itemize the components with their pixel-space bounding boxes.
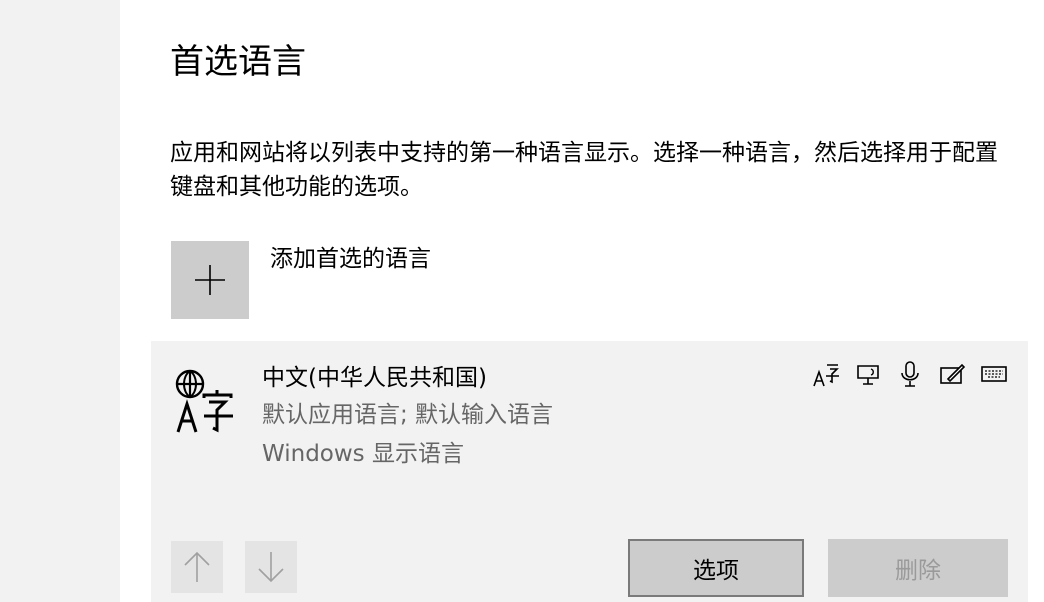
delete-button[interactable]: 删除 [828, 539, 1008, 597]
move-down-button[interactable] [245, 541, 297, 593]
language-icon [175, 369, 233, 433]
options-button[interactable]: 选项 [628, 539, 804, 597]
page-title: 首选语言 [170, 42, 306, 82]
arrow-down-icon [258, 552, 284, 583]
language-settings-page: 首选语言 应用和网站将以列表中支持的第一种语言显示。选择一种语言，然后选择用于配… [0, 0, 1044, 602]
page-description: 应用和网站将以列表中支持的第一种语言显示。选择一种语言，然后选择用于配置键盘和其… [170, 140, 998, 200]
language-display-info: Windows 显示语言 [262, 441, 464, 467]
handwriting-icon [938, 360, 966, 388]
arrow-up-icon [184, 551, 210, 582]
add-language-button[interactable] [171, 241, 249, 319]
text-to-speech-icon [854, 360, 882, 388]
language-features [812, 360, 1008, 388]
keyboard-icon [980, 360, 1008, 388]
language-pack-icon [812, 360, 840, 388]
navigation-pane [0, 0, 120, 602]
plus-icon [195, 265, 225, 295]
language-default-info: 默认应用语言; 默认输入语言 [262, 402, 554, 428]
add-language-label[interactable]: 添加首选的语言 [270, 243, 431, 275]
language-name: 中文(中华人民共和国) [262, 365, 487, 391]
move-up-button[interactable] [171, 541, 223, 593]
speech-recognition-icon [896, 360, 924, 388]
